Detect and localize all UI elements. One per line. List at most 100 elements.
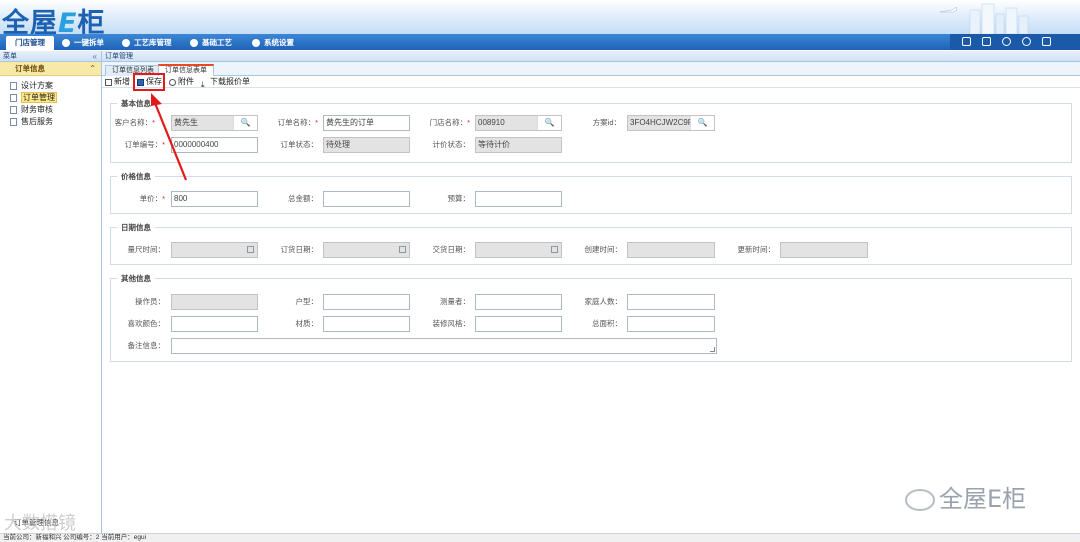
status-bar: 当前公司：新福和兴 公司编号：2 当前用户：egui — [0, 533, 1080, 542]
store-input[interactable]: 008910 🔍 — [475, 115, 562, 131]
app-header: 全屋E柜 — [0, 0, 1080, 34]
resize-grip-icon[interactable] — [710, 347, 715, 352]
sidebar-item-design[interactable]: 设计方案 — [0, 80, 101, 92]
store-label: 门店名称：* — [429, 118, 470, 127]
unit-price-input[interactable]: 800 — [171, 191, 258, 207]
chevron-up-icon: ⌃ — [89, 64, 96, 73]
plan-id-input[interactable]: 3FO4HCJW2C9F 🔍 — [627, 115, 715, 131]
order-name-input[interactable]: 黄先生的订单 — [323, 115, 410, 131]
measure-time-label: 量尺时间： — [127, 245, 166, 254]
nav-tab-settings[interactable]: 系统设置 — [250, 36, 294, 50]
order-no-label: 订单编号：* — [124, 140, 165, 149]
download-quote-button[interactable]: ⤓ 下载报价单 — [200, 76, 250, 89]
document-icon — [10, 94, 17, 102]
surveyor-input[interactable] — [475, 294, 562, 310]
updated-time-label: 更新时间： — [737, 245, 776, 254]
operator-input[interactable] — [171, 294, 258, 310]
family-size-input[interactable] — [627, 294, 715, 310]
style-label: 装修风格： — [432, 319, 471, 328]
document-icon — [10, 118, 17, 126]
skyline-decoration-icon — [939, 3, 1029, 34]
gear-icon — [169, 79, 176, 86]
order-name-label: 订单名称：* — [277, 118, 318, 127]
floppy-disk-icon — [137, 79, 144, 86]
collapse-sidebar-icon[interactable]: « — [93, 51, 97, 62]
created-time-input[interactable] — [627, 242, 715, 258]
new-document-icon — [105, 79, 112, 86]
updated-time-input[interactable] — [780, 242, 868, 258]
price-status-input[interactable]: 等待计价 — [475, 137, 562, 153]
order-status-input[interactable]: 待处理 — [323, 137, 410, 153]
customer-label: 客户名称：* — [114, 118, 155, 127]
calendar-icon[interactable] — [982, 37, 991, 46]
total-amount-input[interactable] — [323, 191, 410, 207]
legend-basic: 基本信息 — [117, 98, 155, 109]
nav-tab-store[interactable]: 门店管理 — [6, 36, 54, 50]
area-label: 总面积： — [592, 319, 622, 328]
material-label: 材质： — [295, 319, 319, 328]
area-input[interactable] — [627, 316, 715, 332]
operator-label: 操作员： — [135, 297, 165, 306]
logout-icon[interactable] — [1042, 37, 1051, 46]
delivery-date-input[interactable] — [475, 242, 562, 258]
sidebar-header: 菜单 « — [0, 51, 101, 62]
document-icon — [10, 82, 17, 90]
surveyor-label: 测量者： — [440, 297, 470, 306]
app-logo: 全屋E柜 — [2, 8, 106, 34]
legend-other: 其他信息 — [117, 273, 155, 284]
gear-circle-icon — [190, 39, 198, 47]
customer-input[interactable]: 黄先生 🔍 — [171, 115, 258, 131]
fieldset-basic: 基本信息 客户名称：* 黄先生 🔍 订单名称：* 黄先生的订单 门店名称：* 00… — [110, 98, 1072, 163]
corner-watermark: 大数搭镜 — [4, 513, 76, 534]
delivery-date-label: 交货日期： — [432, 245, 471, 254]
order-date-input[interactable] — [323, 242, 410, 258]
color-input[interactable] — [171, 316, 258, 332]
attachment-button[interactable]: 附件 — [168, 76, 194, 88]
tab-order-form[interactable]: 订单信息表单 — [158, 64, 214, 76]
legend-price: 价格信息 — [117, 171, 155, 182]
sub-tab-bar: 订单信息列表 订单信息表单 — [102, 62, 1080, 76]
remark-label: 备注信息： — [127, 341, 166, 350]
save-button[interactable]: 保存 — [133, 73, 165, 91]
budget-input[interactable] — [475, 191, 562, 207]
order-date-label: 订货日期： — [280, 245, 319, 254]
color-label: 喜欢颜色： — [127, 319, 166, 328]
nav-tab-split[interactable]: 一键拆单 — [60, 36, 104, 50]
fieldset-price: 价格信息 单价：* 800 总金额： 预算： — [110, 171, 1072, 214]
legend-dates: 日期信息 — [117, 222, 155, 233]
house-type-input[interactable] — [323, 294, 410, 310]
order-no-input[interactable]: 0000000400 — [171, 137, 258, 153]
breadcrumb: 订单管理 — [102, 51, 1080, 62]
house-type-label: 户型： — [295, 297, 319, 306]
check-circle-icon — [122, 39, 130, 47]
check-circle-icon — [62, 39, 70, 47]
measure-time-input[interactable] — [171, 242, 258, 258]
sidebar-group-order-info[interactable]: 订单信息 ⌃ — [0, 62, 101, 76]
created-time-label: 创建时间： — [584, 245, 623, 254]
sidebar-item-order-manage[interactable]: 订单管理 — [0, 92, 101, 104]
budget-label: 预算： — [447, 194, 471, 203]
main-nav: 门店管理 一键拆单 工艺库管理 基础工艺 系统设置 — [0, 34, 1080, 50]
brand-watermark: 全屋E柜 — [905, 479, 1026, 514]
plan-id-label: 方案id： — [592, 118, 621, 127]
material-input[interactable] — [323, 316, 410, 332]
settings-circle-icon — [252, 39, 260, 47]
fieldset-other: 其他信息 操作员： 户型： 测量者： 家庭人数： 喜欢颜色： 材质： 装修风格：… — [110, 273, 1072, 362]
order-status-label: 订单状态： — [280, 140, 319, 149]
add-button[interactable]: 新增 — [104, 76, 130, 88]
nav-toolbar — [950, 34, 1080, 50]
total-amount-label: 总金额： — [288, 194, 318, 203]
nav-tab-craft-lib[interactable]: 工艺库管理 — [120, 36, 172, 50]
remark-textarea[interactable] — [171, 338, 717, 354]
style-input[interactable] — [475, 316, 562, 332]
nav-tab-basic-craft[interactable]: 基础工艺 — [188, 36, 232, 50]
price-status-label: 计价状态： — [432, 140, 471, 149]
form-toolbar: 新增 保存 附件 ⤓ 下载报价单 — [102, 73, 1080, 91]
gear-icon[interactable] — [1022, 37, 1031, 46]
search-icon[interactable]: 🔍 — [690, 116, 714, 130]
desktop-icon[interactable] — [962, 37, 971, 46]
fieldset-dates: 日期信息 量尺时间： 订货日期： 交货日期： 创建时间： 更新时间： — [110, 222, 1072, 265]
user-icon[interactable] — [1002, 37, 1011, 46]
wechat-icon — [905, 489, 935, 511]
document-icon — [10, 106, 17, 114]
